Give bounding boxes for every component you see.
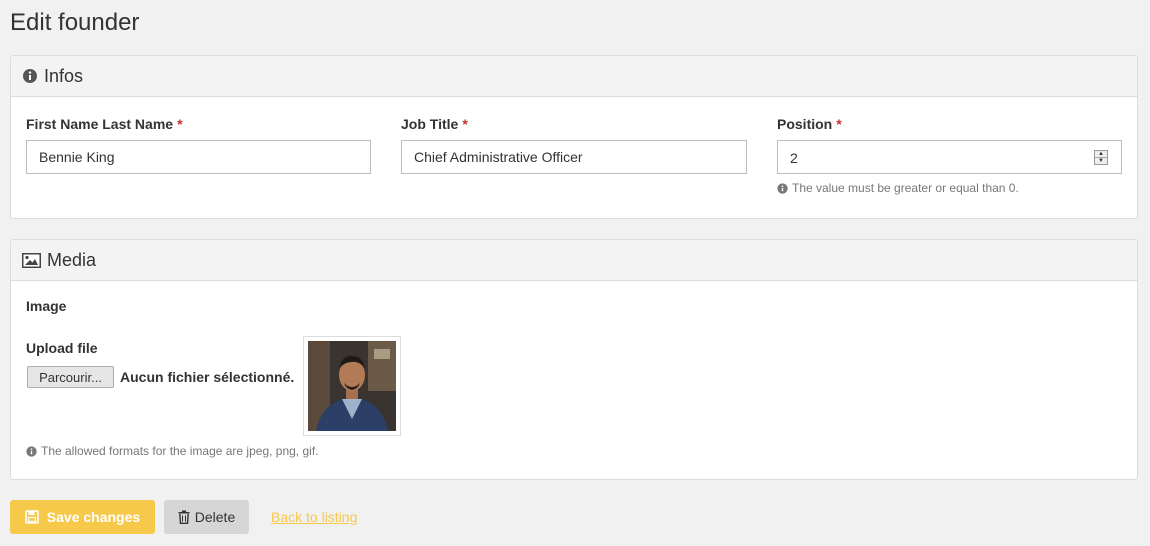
job-title-input[interactable] xyxy=(401,140,747,174)
info-circle-icon xyxy=(22,68,38,84)
save-changes-label: Save changes xyxy=(46,509,141,525)
position-value: 2 xyxy=(790,150,798,166)
trash-icon xyxy=(178,510,190,524)
no-file-text: Aucun fichier sélectionné. xyxy=(120,369,295,385)
name-label: First Name Last Name * xyxy=(26,116,183,132)
media-panel: Media Image Upload file Parcourir... Auc… xyxy=(10,239,1138,480)
stepper-down-icon[interactable]: ▼ xyxy=(1095,158,1107,164)
delete-label: Delete xyxy=(194,509,236,525)
required-marker: * xyxy=(462,116,468,132)
required-marker: * xyxy=(177,116,183,132)
position-stepper[interactable]: ▲ ▼ xyxy=(1094,150,1108,165)
info-circle-icon xyxy=(777,182,788,194)
media-panel-heading: Media xyxy=(11,240,1137,281)
image-label: Image xyxy=(26,298,67,314)
position-label-text: Position xyxy=(777,116,833,132)
stepper-up-icon[interactable]: ▲ xyxy=(1095,151,1107,158)
save-changes-button[interactable]: Save changes xyxy=(10,500,155,534)
page-title: Edit founder xyxy=(10,9,140,36)
delete-button[interactable]: Delete xyxy=(164,500,249,534)
infos-heading-label: Infos xyxy=(44,65,84,86)
save-icon xyxy=(24,510,39,524)
job-title-label: Job Title * xyxy=(401,116,468,132)
image-thumbnail xyxy=(303,336,401,436)
infos-panel-heading: Infos xyxy=(11,56,1137,97)
info-circle-icon xyxy=(26,445,37,457)
position-help: The value must be greater or equal than … xyxy=(777,181,1019,195)
media-heading-label: Media xyxy=(47,249,97,270)
name-input[interactable] xyxy=(26,140,371,174)
position-input[interactable]: 2 ▲ ▼ xyxy=(777,140,1122,174)
infos-panel: Infos First Name Last Name* Job Title* P… xyxy=(10,55,1138,219)
image-format-help-text: The allowed formats for the image are jp… xyxy=(41,444,319,458)
image-icon xyxy=(22,252,41,268)
back-to-listing-link[interactable]: Back to listing xyxy=(271,509,357,525)
position-label: Position * xyxy=(777,116,842,132)
job-title-label-text: Job Title xyxy=(401,116,459,132)
position-help-text: The value must be greater or equal than … xyxy=(792,181,1019,195)
browse-button[interactable]: Parcourir... xyxy=(27,366,114,388)
image-format-help: The allowed formats for the image are jp… xyxy=(26,444,318,458)
name-label-text: First Name Last Name xyxy=(26,116,174,132)
required-marker: * xyxy=(836,116,842,132)
upload-file-label: Upload file xyxy=(26,340,98,356)
